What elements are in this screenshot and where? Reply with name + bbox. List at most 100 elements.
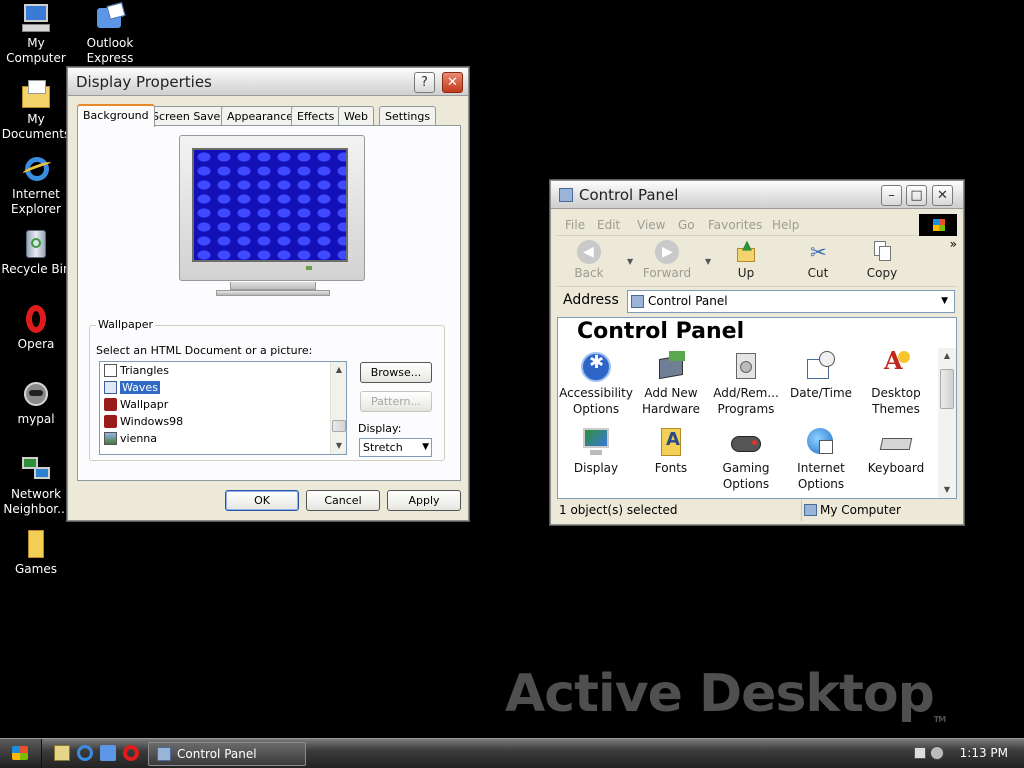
desktop-icon-opera[interactable]: Opera — [0, 303, 74, 352]
tab-appearance[interactable]: Appearance — [221, 106, 300, 126]
cp-item-gaming-options[interactable]: Gaming Options — [706, 426, 786, 492]
apply-button[interactable]: Apply — [387, 490, 461, 511]
scroll-thumb[interactable] — [332, 420, 346, 432]
cp-item-label: Desktop Themes — [871, 386, 921, 416]
menu-file[interactable]: File — [565, 218, 585, 232]
wallpaper-list-scrollbar[interactable]: ▲ ▼ — [330, 362, 346, 454]
scroll-thumb[interactable] — [940, 369, 954, 409]
minimize-button[interactable]: – — [881, 185, 902, 206]
cp-item-desktop-themes[interactable]: A Desktop Themes — [856, 349, 936, 417]
volume-tray-icon[interactable] — [930, 746, 944, 760]
tab-effects[interactable]: Effects — [291, 106, 341, 126]
toolbar-overflow-chevron[interactable]: » — [950, 237, 957, 251]
list-item[interactable]: Windows98 — [100, 413, 346, 430]
tab-settings[interactable]: Settings — [379, 106, 437, 126]
show-desktop-icon[interactable] — [54, 745, 70, 761]
cp-item-add-new-hardware[interactable]: Add New Hardware — [631, 351, 711, 417]
cp-item-internet-options[interactable]: Internet Options — [781, 426, 861, 492]
maximize-button[interactable]: □ — [906, 185, 927, 206]
chevron-down-icon: ▼ — [422, 442, 429, 452]
windows-logo-icon — [12, 746, 28, 760]
desktop-icon-outlook-express[interactable]: Outlook Express — [72, 2, 148, 66]
cp-item-date-time[interactable]: Date/Time — [781, 351, 861, 401]
scroll-up-arrow-icon[interactable]: ▲ — [938, 348, 956, 364]
internet-options-icon — [805, 426, 837, 458]
status-selection: 1 object(s) selected — [559, 503, 678, 517]
cp-item-accessibility-options[interactable]: ✱ Accessibility Options — [558, 351, 636, 417]
back-arrow-icon: ◀ — [577, 240, 601, 264]
list-item[interactable]: vienna — [100, 430, 346, 447]
desktop-icon-my-documents[interactable]: My Documents — [0, 78, 74, 142]
cut-button[interactable]: ✂ Cut — [788, 240, 848, 280]
tab-background[interactable]: Background — [77, 104, 155, 127]
network-tray-icon[interactable] — [914, 747, 926, 759]
keyboard-icon — [879, 426, 913, 458]
desktop-icon-label: My Computer — [6, 36, 66, 65]
start-button[interactable] — [0, 739, 42, 768]
cut-label: Cut — [807, 266, 829, 280]
help-button[interactable]: ? — [414, 72, 435, 93]
copy-button[interactable]: Copy — [852, 240, 912, 280]
cp-item-label: Gaming Options — [722, 461, 770, 491]
scroll-up-arrow-icon[interactable]: ▲ — [331, 362, 347, 378]
menu-edit[interactable]: Edit — [597, 218, 620, 232]
cp-item-fonts[interactable]: A Fonts — [631, 426, 711, 476]
tab-screen-saver[interactable]: Screen Saver — [146, 106, 231, 126]
desktop-icon-internet-explorer[interactable]: Internet Explorer — [0, 153, 74, 217]
menu-favorites[interactable]: Favorites — [708, 218, 762, 232]
opera-icon[interactable] — [123, 745, 139, 761]
watermark-text: Active Desktop — [505, 664, 935, 724]
add-remove-programs-icon — [730, 351, 762, 383]
forward-label: Forward — [642, 266, 692, 280]
desktop-icon-mypal[interactable]: mypal — [0, 378, 74, 427]
chevron-down-icon[interactable]: ▼ — [941, 291, 948, 312]
desktop-icon-recycle-bin[interactable]: Recycle Bin — [0, 228, 74, 277]
cp-item-keyboard[interactable]: Keyboard — [856, 426, 936, 476]
tab-web[interactable]: Web — [338, 106, 374, 126]
forward-dropdown-icon[interactable]: ▼ — [705, 257, 711, 266]
cp-item-label: Keyboard — [867, 461, 925, 475]
menu-view[interactable]: View — [637, 218, 665, 232]
back-label: Back — [574, 266, 604, 280]
address-input[interactable]: Control Panel ▼ — [627, 290, 955, 313]
display-mode-dropdown[interactable]: Stretch ▼ — [359, 438, 432, 457]
wallpaper-list[interactable]: Triangles Waves Wallpapr Windows98 vienn… — [99, 361, 347, 455]
cancel-button[interactable]: Cancel — [306, 490, 380, 511]
gaming-icon — [730, 426, 762, 458]
cp-item-display[interactable]: Display — [558, 426, 636, 476]
control-panel-titlebar[interactable]: Control Panel – □ ✕ — [551, 181, 963, 209]
cp-item-add-remove-programs[interactable]: Add/Rem... Programs — [706, 351, 786, 417]
display-properties-titlebar[interactable]: Display Properties ? ✕ — [68, 68, 468, 96]
back-button[interactable]: ◀ Back — [559, 240, 619, 280]
content-scrollbar[interactable]: ▲ ▼ — [938, 348, 956, 498]
internet-explorer-icon[interactable] — [77, 745, 93, 761]
background-tab-panel: Wallpaper Select an HTML Document or a p… — [77, 125, 461, 481]
list-item[interactable]: Waves — [100, 379, 346, 396]
ok-button[interactable]: OK — [225, 490, 299, 511]
up-button[interactable]: ▲ Up — [716, 238, 776, 280]
close-button[interactable]: ✕ — [932, 185, 953, 206]
outlook-express-icon[interactable] — [100, 745, 116, 761]
browse-button[interactable]: Browse... — [360, 362, 432, 383]
forward-button[interactable]: ▶ Forward — [637, 240, 697, 280]
cp-item-label: Display — [573, 461, 619, 475]
desktop-icon-label: Outlook Express — [86, 36, 134, 65]
taskbar-button-control-panel[interactable]: Control Panel — [148, 742, 306, 766]
monitor-stand — [230, 282, 316, 290]
menu-go[interactable]: Go — [678, 218, 695, 232]
scroll-down-arrow-icon[interactable]: ▼ — [331, 438, 347, 454]
pattern-button[interactable]: Pattern... — [360, 391, 432, 412]
cp-item-label: Add/Rem... Programs — [713, 386, 779, 416]
desktop-icon-games[interactable]: Games — [0, 528, 74, 577]
image-file-icon — [104, 432, 117, 445]
clock[interactable]: 1:13 PM — [960, 746, 1008, 760]
wallpaper-preview — [192, 148, 348, 262]
desktop-icon-my-computer[interactable]: My Computer — [0, 2, 74, 66]
back-dropdown-icon[interactable]: ▼ — [627, 257, 633, 266]
scroll-down-arrow-icon[interactable]: ▼ — [938, 482, 956, 498]
menu-help[interactable]: Help — [772, 218, 799, 232]
close-button[interactable]: ✕ — [442, 72, 463, 93]
list-item[interactable]: Wallpapr — [100, 396, 346, 413]
list-item[interactable]: Triangles — [100, 362, 346, 379]
desktop-icon-network-neighborhood[interactable]: Network Neighbor... — [0, 453, 74, 517]
